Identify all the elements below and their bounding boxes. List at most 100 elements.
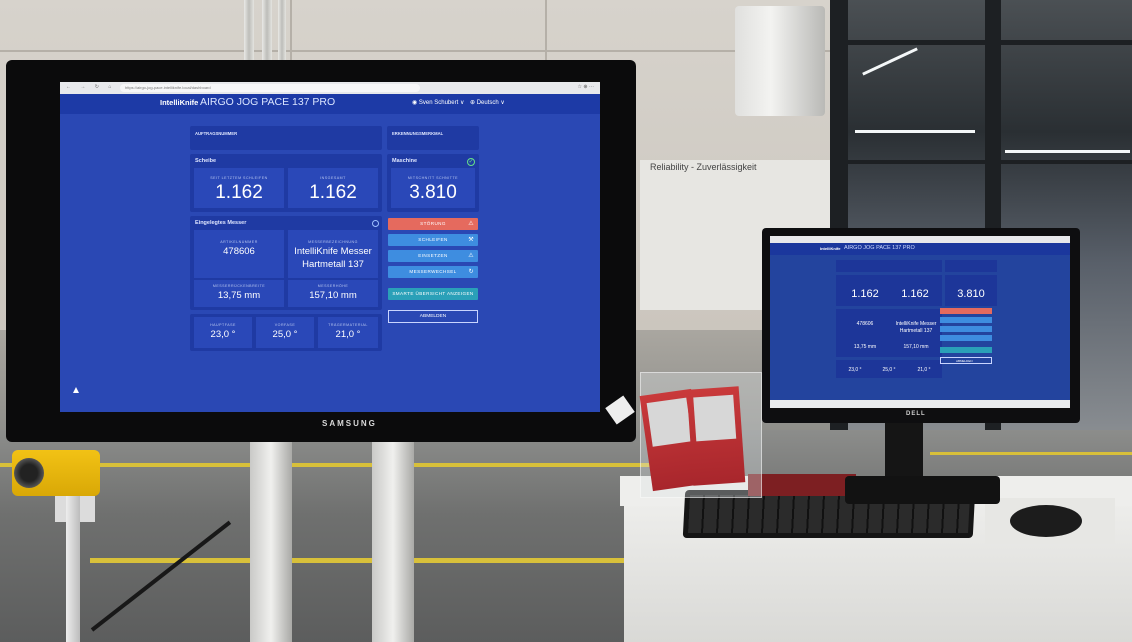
intelliknife-logo: IntelliKnife: [820, 246, 841, 251]
stat-value: 13,75 mm: [217, 290, 261, 301]
stat-label: MESSERBEZEICHNUNG: [308, 240, 358, 244]
warning-icon: ⚠: [468, 221, 474, 227]
stat-value: 157,10 mm: [903, 344, 929, 350]
brochure: [686, 386, 746, 486]
knife-change-button[interactable]: MESSERWECHSEL ↻: [388, 266, 478, 278]
ventilation-duct: [735, 6, 825, 116]
glass-frame: [848, 40, 1132, 45]
stat-value: IntelliKnife Messer: [294, 246, 372, 257]
hammer-icon: ⚒: [468, 237, 474, 243]
fault-button[interactable]: [940, 308, 992, 314]
warning-icon: ⚠: [468, 253, 474, 259]
right-screen: IntelliKnife AIRGO JOG PACE 137 PRO 1.16…: [770, 236, 1070, 408]
url-bar[interactable]: https://airgo-jog-pace.intelliknife.loca…: [120, 84, 420, 92]
stat-value: IntelliKnife Messer: [895, 321, 937, 327]
stat-value: 1.162: [215, 182, 263, 203]
grind-label: SCHLEIFEN: [418, 237, 448, 242]
stat-value: 3.810: [957, 288, 985, 300]
ceiling-light: [855, 130, 975, 133]
order-number-card: AUFTRAGSNUMMER: [190, 126, 382, 150]
stat-value: 1.162: [851, 288, 879, 300]
app-title: AIRGO JOG PACE 137 PRO: [844, 245, 915, 251]
wall-pipe: [244, 0, 254, 60]
card-title: Eingelegtes Messer: [195, 220, 247, 226]
wall-pipe: [262, 0, 272, 60]
browser-bar: [770, 236, 1070, 243]
stat-value: Hartmetall 137: [302, 259, 364, 270]
mouse-cursor-icon: [73, 387, 79, 393]
stat-value: 23,0 °: [210, 329, 236, 340]
wall-seam: [0, 50, 830, 52]
check-circle-icon: ✓: [467, 158, 475, 166]
order-number-card: [836, 260, 942, 272]
stat-value: 21,0 °: [917, 367, 931, 373]
app-title: AIRGO JOG PACE 137 PRO: [200, 96, 336, 108]
card-title: Scheibe: [195, 158, 217, 164]
stat-value: 21,0 °: [335, 329, 361, 340]
taskbar: [770, 400, 1070, 408]
stat-label: INSGESAMT: [320, 176, 346, 180]
knife-change-button[interactable]: [940, 335, 992, 341]
grind-button[interactable]: SCHLEIFEN ⚒: [388, 234, 478, 246]
language-menu[interactable]: ⊕ Deutsch ∨: [470, 99, 505, 106]
identifier-card: [945, 260, 997, 272]
stat-value: 157,10 mm: [309, 290, 357, 301]
stat-value: 478606: [856, 321, 874, 327]
stat-label: VORFASE: [274, 323, 296, 327]
wall-pipe: [278, 0, 286, 60]
samsung-brand: SAMSUNG: [322, 419, 377, 428]
wall-seam: [290, 0, 292, 60]
machine-card: Maschine ✓ MITSCHNITT SCHNITTE 3.810: [387, 154, 479, 212]
insert-button[interactable]: EINSETZEN ⚠: [388, 250, 478, 262]
logout-label: ABMELDEN: [956, 359, 973, 363]
dell-stand: [885, 420, 923, 480]
logout-button[interactable]: ABMELDEN: [940, 357, 992, 364]
chevron-down-icon: ∨: [459, 100, 465, 106]
stat-label: MESSERRÜCKENBREITE: [212, 284, 266, 288]
left-screen: ← → ↻ ⌂ https://airgo-jog-pace.intellikn…: [60, 82, 600, 412]
stat-value: 23,0 °: [848, 367, 862, 373]
info-icon[interactable]: [372, 220, 379, 227]
glass-frame: [848, 160, 1132, 164]
disc-card: Scheibe SEIT LETZTEM SCHLEIFEN 1.162 INS…: [190, 154, 382, 212]
app-header: [770, 243, 1070, 255]
grind-button[interactable]: [940, 317, 992, 323]
insert-button[interactable]: [940, 326, 992, 332]
stat-value: 1.162: [309, 182, 357, 203]
scanner-lens-icon: [14, 458, 44, 488]
knife-card: Eingelegtes Messer ARTIKELNUMMER 478606 …: [190, 216, 382, 310]
card-title: ERKENNUNGSMERKMAL: [392, 131, 444, 136]
stat-label: MESSERHÖHE: [317, 284, 349, 288]
monitor-stand-pole: [372, 436, 414, 642]
card-title: AUFTRAGSNUMMER: [195, 131, 238, 136]
overview-button[interactable]: [940, 347, 992, 353]
dell-brand: DELL: [906, 411, 926, 417]
browser-nav-icons[interactable]: ← → ↻ ⌂: [66, 84, 115, 90]
user-menu[interactable]: ◉ Sven Schubert ∨: [412, 99, 464, 106]
fault-button[interactable]: STÖRUNG ⚠: [388, 218, 478, 230]
stat-label: MITSCHNITT SCHNITTE: [407, 176, 459, 180]
stat-label: HAUPTFASE: [210, 323, 236, 327]
stat-value: 25,0 °: [882, 367, 896, 373]
stat-label: ARTIKELNUMMER: [220, 240, 258, 244]
logout-button[interactable]: ABMELDEN: [388, 310, 478, 323]
overview-button[interactable]: SMARTE ÜBERSICHT ANZEIGEN: [388, 288, 478, 300]
stat-value: 3.810: [409, 182, 457, 203]
language-name: Deutsch: [476, 100, 499, 106]
chevron-down-icon: ∨: [500, 100, 505, 106]
identifier-card: ERKENNUNGSMERKMAL: [387, 126, 479, 150]
mouse: [1010, 505, 1082, 537]
user-name: Sven Schubert: [418, 100, 459, 106]
sign-title: Reliability - Zuverlässigkeit: [650, 162, 757, 172]
monitor-stand-pole: [250, 436, 292, 642]
dell-foot: [845, 476, 1000, 504]
angles-card: HAUPTFASE 23,0 ° VORFASE 25,0 ° TRÄGERMA…: [190, 314, 382, 351]
card-title: Maschine: [392, 158, 418, 164]
floor-marking: [930, 452, 1132, 455]
knife-change-label: MESSERWECHSEL: [409, 269, 457, 274]
stat-value: 25,0 °: [272, 329, 298, 340]
intelliknife-logo: IntelliKnife: [160, 98, 199, 107]
browser-toolbar-icons[interactable]: ☆ ⊕ ⋯: [578, 84, 594, 90]
stat-value: 13,75 mm: [853, 344, 877, 350]
refresh-icon: ↻: [468, 269, 474, 275]
